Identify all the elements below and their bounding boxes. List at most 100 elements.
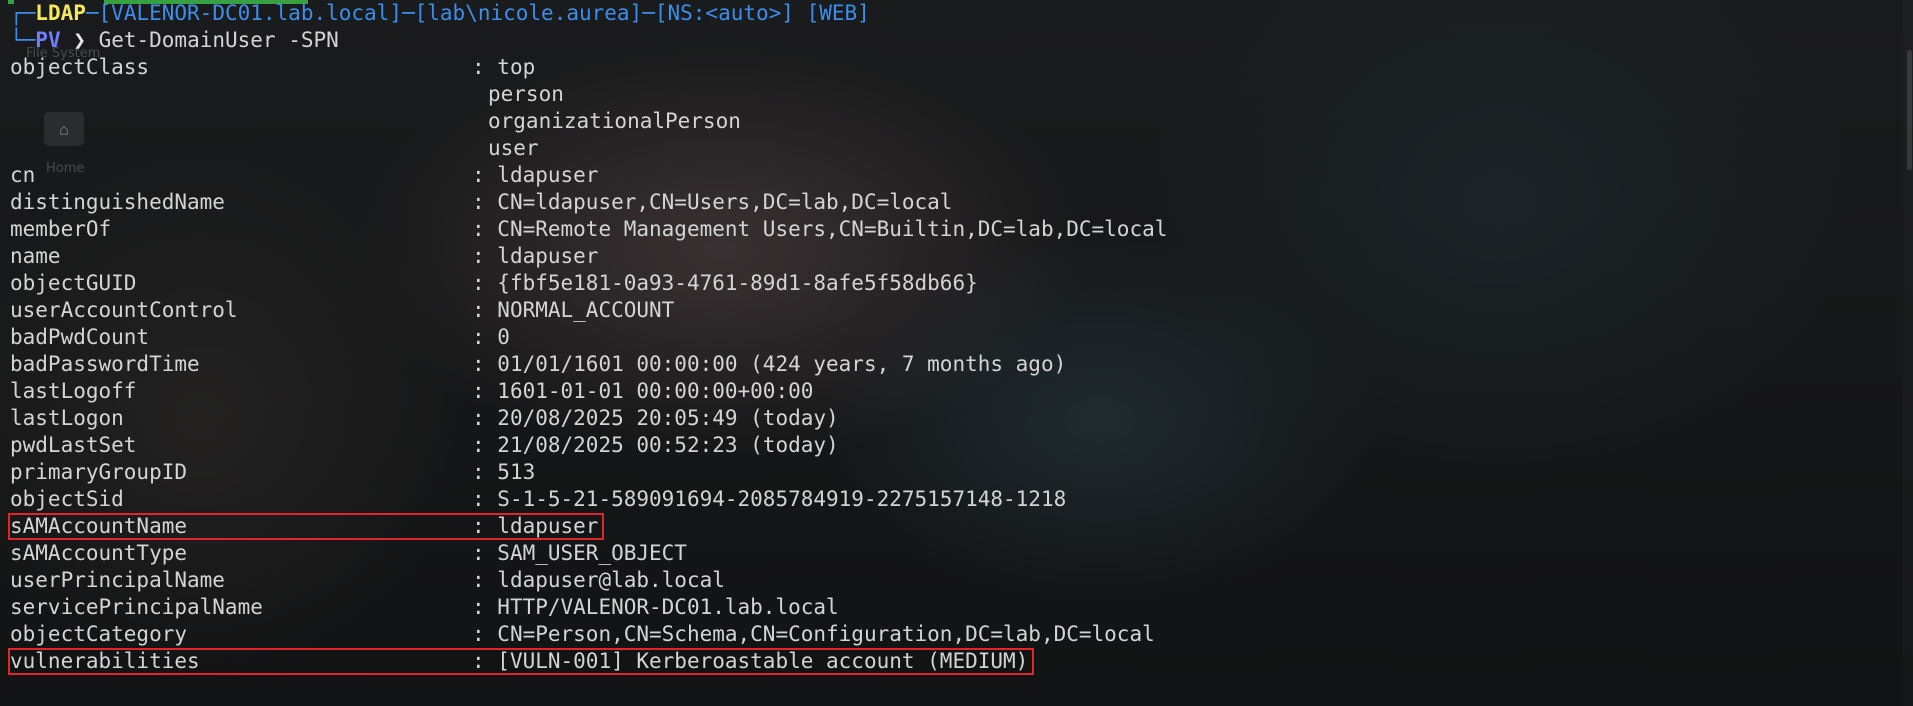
prompt-host: [VALENOR-DC01.lab.local]: [98, 1, 402, 25]
output-row: objectGUID: {fbf5e181-0a93-4761-89d1-8af…: [10, 270, 1913, 297]
output-separator: :: [472, 649, 498, 673]
prompt-context-ldap: LDAP: [35, 1, 86, 25]
output-separator: :: [472, 217, 498, 241]
output-separator: :: [472, 352, 498, 376]
output-value: S-1-5-21-589091694-2085784919-2275157148…: [497, 487, 1067, 511]
output-key: objectSid: [10, 487, 124, 511]
output-row: primaryGroupID: 513: [10, 459, 1913, 486]
output-value: 20/08/2025 20:05:49 (today): [497, 406, 839, 430]
output-value: ldapuser: [497, 163, 599, 187]
output-separator: :: [472, 406, 498, 430]
output-value: ldapuser: [497, 244, 599, 268]
output-key: sAMAccountType: [10, 541, 188, 565]
output-value: 1601-01-01 00:00:00+00:00: [497, 379, 814, 403]
output-key: badPwdCount: [10, 325, 150, 349]
terminal-scrollbar[interactable]: [1903, 0, 1913, 706]
prompt-user: [lab\nicole.aurea]: [414, 1, 643, 25]
output-separator: :: [472, 622, 498, 646]
output-key: userAccountControl: [10, 298, 238, 322]
output-row: userPrincipalName: ldapuser@lab.local: [10, 567, 1913, 594]
output-value: SAM_USER_OBJECT: [497, 541, 687, 565]
output-key: name: [10, 244, 61, 268]
output-value: top: [497, 55, 536, 79]
output-row: vulnerabilities: [VULN-001] Kerberoastab…: [8, 648, 1913, 675]
output-row: badPasswordTime: 01/01/1601 00:00:00 (42…: [10, 351, 1913, 378]
output-row: objectClass: top: [10, 54, 1913, 81]
output-row: memberOf: CN=Remote Management Users,CN=…: [10, 216, 1913, 243]
output-separator: :: [472, 298, 498, 322]
output-row: organizationalPerson: [10, 108, 1913, 135]
output-key: lastLogon: [10, 406, 124, 430]
output-value: NORMAL_ACCOUNT: [497, 298, 675, 322]
output-separator: :: [472, 271, 498, 295]
prompt-nameserver: [NS:<auto>]: [654, 1, 794, 25]
output-separator: :: [472, 460, 498, 484]
output-separator: :: [472, 595, 498, 619]
output-separator: :: [472, 514, 498, 538]
output-key: lastLogoff: [10, 379, 137, 403]
output-key: objectGUID: [10, 271, 137, 295]
output-key: servicePrincipalName: [10, 595, 263, 619]
prompt-shell-pv: PV: [35, 28, 61, 52]
output-value: user: [488, 136, 539, 160]
command-output: objectClass: top person organizationalPers…: [8, 54, 1913, 675]
output-value: CN=Person,CN=Schema,CN=Configuration,DC=…: [497, 622, 1155, 646]
command-input[interactable]: Get-DomainUser -SPN: [99, 28, 339, 52]
output-value: 21/08/2025 00:52:23 (today): [497, 433, 839, 457]
output-value: HTTP/VALENOR-DC01.lab.local: [497, 595, 839, 619]
prompt-mode: [WEB]: [806, 1, 870, 25]
output-key: objectClass: [10, 55, 150, 79]
output-row: badPwdCount: 0: [10, 324, 1913, 351]
output-row: lastLogon: 20/08/2025 20:05:49 (today): [10, 405, 1913, 432]
output-separator: :: [472, 55, 498, 79]
output-separator: :: [472, 190, 498, 214]
output-value: ldapuser@lab.local: [497, 568, 725, 592]
output-row: name: ldapuser: [10, 243, 1913, 270]
output-value: [VULN-001] Kerberoastable account (MEDIU…: [497, 649, 1029, 673]
scrollbar-thumb[interactable]: [1907, 50, 1912, 170]
output-row: sAMAccountName: ldapuser: [8, 513, 1913, 540]
output-separator: :: [472, 244, 498, 268]
output-key: cn: [10, 163, 36, 187]
output-key: userPrincipalName: [10, 568, 225, 592]
output-key: sAMAccountName: [10, 514, 188, 538]
output-key: objectCategory: [10, 622, 188, 646]
output-row: user: [10, 135, 1913, 162]
output-row: servicePrincipalName: HTTP/VALENOR-DC01.…: [10, 594, 1913, 621]
prompt-corner-top: ┌─: [10, 1, 36, 25]
output-value: ldapuser: [497, 514, 599, 538]
prompt-corner-bottom: └─: [10, 28, 36, 52]
prompt-line-command[interactable]: └─PV ❯ Get-DomainUser -SPN: [10, 27, 1913, 54]
output-row: cn: ldapuser: [10, 162, 1913, 189]
output-row: sAMAccountType: SAM_USER_OBJECT: [10, 540, 1913, 567]
output-separator: :: [472, 487, 498, 511]
output-separator: :: [472, 568, 498, 592]
output-value: CN=ldapuser,CN=Users,DC=lab,DC=local: [497, 190, 953, 214]
output-key: vulnerabilities: [10, 649, 200, 673]
output-key: pwdLastSet: [10, 433, 137, 457]
terminal-window[interactable]: ┌─LDAP─[VALENOR-DC01.lab.local]─[lab\nic…: [8, 0, 1913, 706]
prompt-arrow-icon: ❯: [73, 28, 86, 52]
output-row: pwdLastSet: 21/08/2025 00:52:23 (today): [10, 432, 1913, 459]
output-row: person: [10, 81, 1913, 108]
output-value: 0: [497, 325, 510, 349]
prompt-line-context: ┌─LDAP─[VALENOR-DC01.lab.local]─[lab\nic…: [10, 1, 870, 25]
output-row: objectSid: S-1-5-21-589091694-2085784919…: [10, 486, 1913, 513]
output-row: objectCategory: CN=Person,CN=Schema,CN=C…: [10, 621, 1913, 648]
output-key: distinguishedName: [10, 190, 225, 214]
output-separator: :: [472, 325, 498, 349]
output-value: 01/01/1601 00:00:00 (424 years, 7 months…: [497, 352, 1067, 376]
output-row: lastLogoff: 1601-01-01 00:00:00+00:00: [10, 378, 1913, 405]
output-key: memberOf: [10, 217, 112, 241]
output-value: {fbf5e181-0a93-4761-89d1-8afe5f58db66}: [497, 271, 978, 295]
output-separator: :: [472, 541, 498, 565]
output-row: userAccountControl: NORMAL_ACCOUNT: [10, 297, 1913, 324]
output-separator: :: [472, 433, 498, 457]
output-separator: :: [472, 379, 498, 403]
output-row: distinguishedName: CN=ldapuser,CN=Users,…: [10, 189, 1913, 216]
output-separator: :: [472, 163, 498, 187]
output-value: organizationalPerson: [488, 109, 741, 133]
output-key: badPasswordTime: [10, 352, 200, 376]
output-key: primaryGroupID: [10, 460, 188, 484]
output-value: person: [488, 82, 564, 106]
